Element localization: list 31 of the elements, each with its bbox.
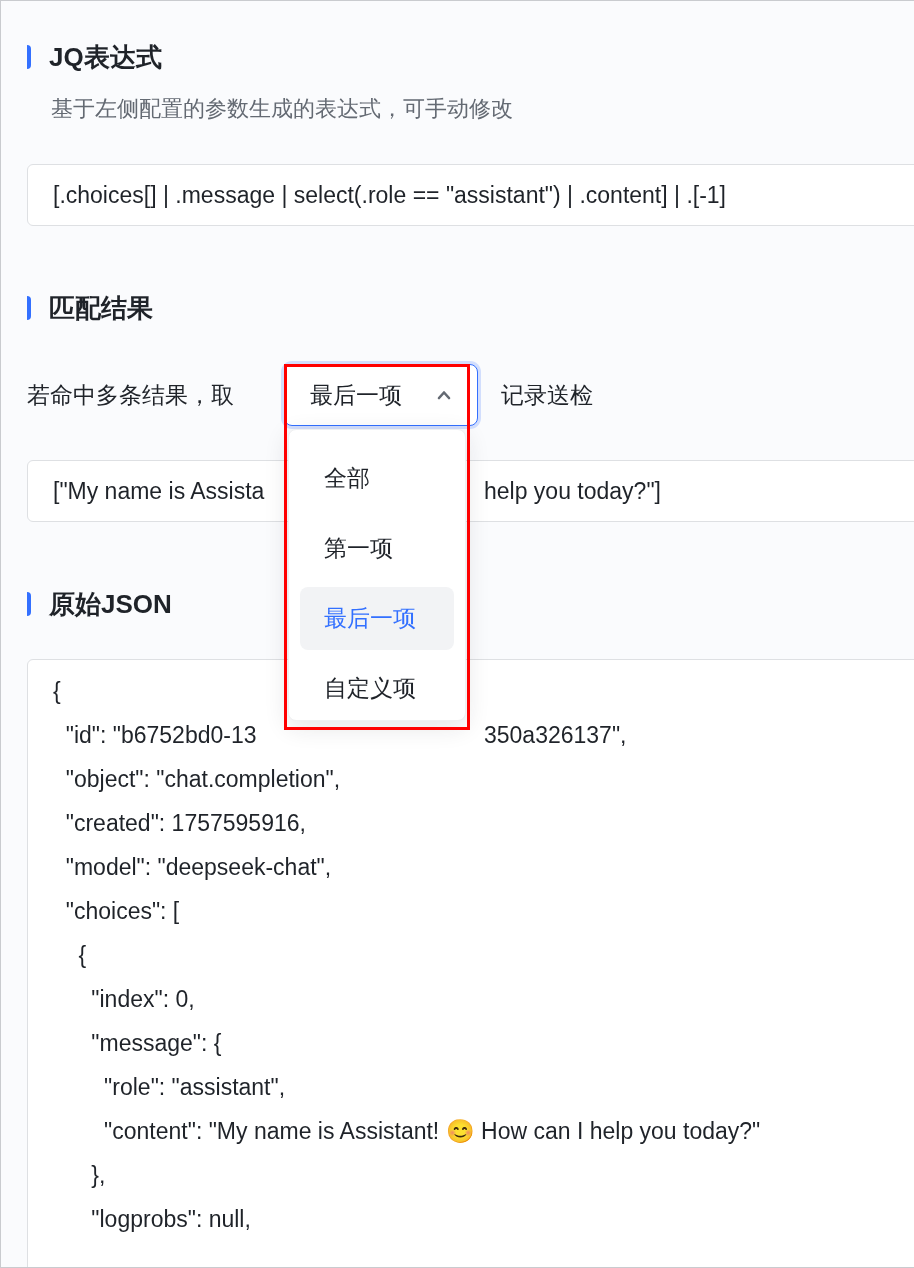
dropdown-option[interactable]: 第一项 (300, 517, 454, 580)
dropdown-option[interactable]: 自定义项 (300, 657, 454, 720)
code-line: "id": "b6752bd0-13 (64, 720, 258, 750)
option-label: 若命中多条结果，取 (27, 380, 235, 410)
code-line: "logprobs": null, (90, 1204, 251, 1234)
section-subtitle: 基于左侧配置的参数生成的表达式，可手动修改 (51, 95, 514, 123)
code-line: "role": "assistant", (103, 1072, 286, 1102)
code-line: "choices": [ (64, 896, 180, 926)
option-label: 记录送检 (501, 380, 593, 410)
heading-marker (27, 296, 31, 320)
code-line: "content": "My name is Assistant! 😊 How can I help you today?" (103, 1116, 761, 1146)
code-line: "message": { (90, 1028, 222, 1058)
heading-marker (27, 592, 31, 616)
code-line: }, (90, 1160, 106, 1190)
heading-marker (27, 45, 31, 69)
code-line: { (53, 676, 61, 706)
select-dropdown[interactable]: 最后一项 (284, 364, 478, 426)
expression-field[interactable]: [.choices[] | .message | select(.role == "assistant") | .content] | .[-1] (27, 164, 914, 226)
code-line: "model": "deepseek-chat", (64, 852, 332, 882)
dropdown-option[interactable]: 全部 (300, 447, 454, 510)
code-line: "index": 0, (90, 984, 195, 1014)
dropdown-option[interactable]: 最后一项 (300, 587, 454, 650)
result-text: help you today?"] (484, 476, 661, 506)
code-line: "object": "chat.completion", (64, 764, 341, 794)
code-line: "created": 1757595916, (64, 808, 306, 838)
section-title: JQ表达式 (49, 41, 162, 74)
code-line: 350a326137", (484, 720, 627, 750)
result-text: ["My name is Assista (53, 476, 266, 506)
section-title: 原始JSON (49, 588, 172, 621)
section-title: 匹配结果 (49, 292, 153, 325)
code-line: { (77, 940, 87, 970)
